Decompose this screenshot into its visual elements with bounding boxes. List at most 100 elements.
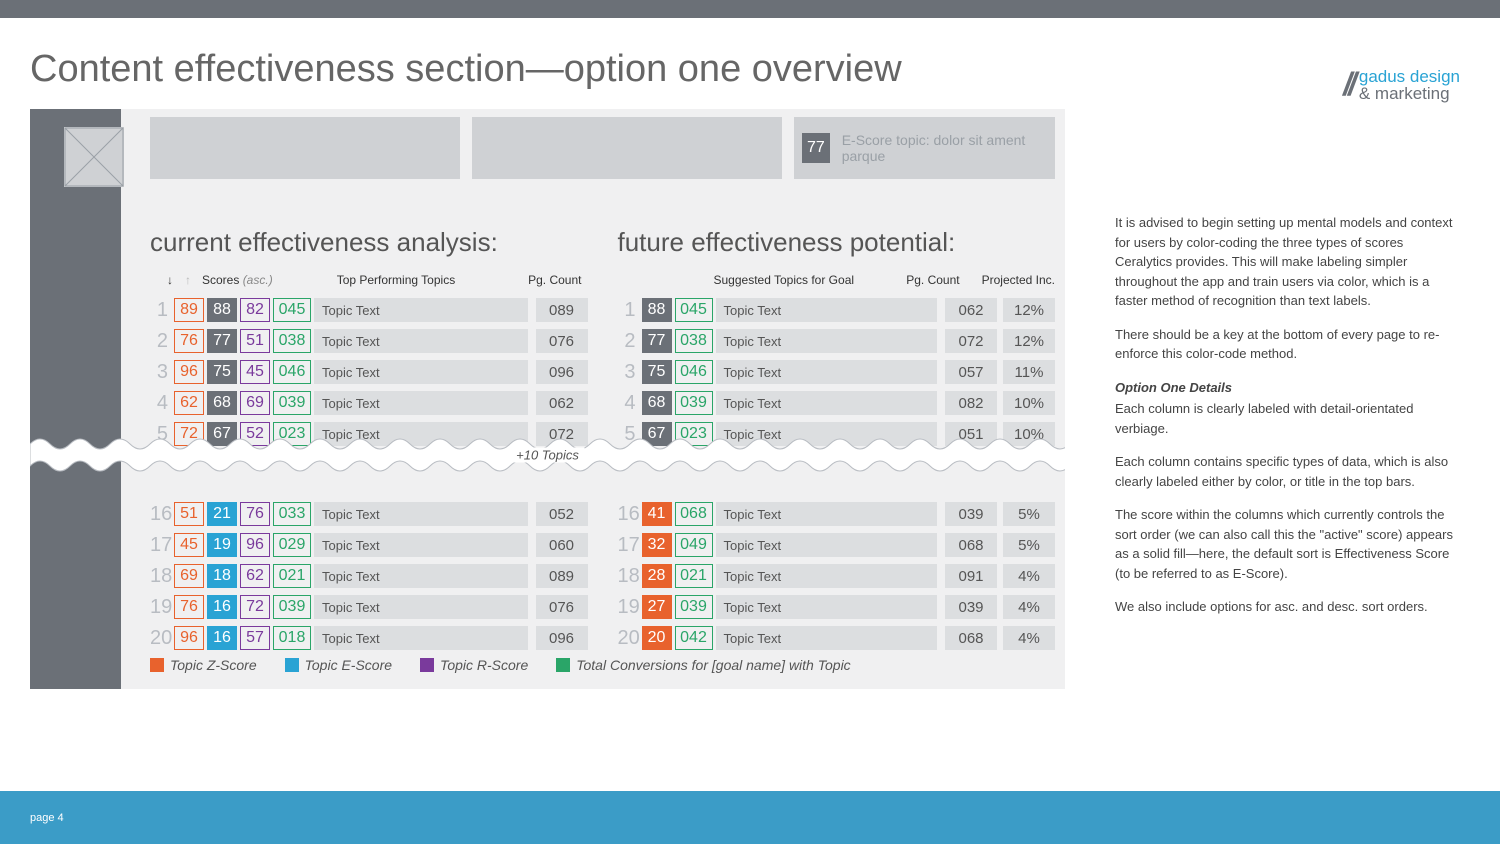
row-number: 16 bbox=[150, 503, 168, 526]
conv-score: 042 bbox=[675, 626, 713, 650]
copy-heading: Option One Details bbox=[1115, 378, 1460, 398]
r-score: 72 bbox=[240, 595, 270, 619]
scores-label: Scores (asc.) bbox=[202, 273, 273, 287]
projected-inc: 10% bbox=[1003, 422, 1055, 446]
projected-inc: 5% bbox=[1003, 502, 1055, 526]
e-score: 67 bbox=[207, 422, 237, 446]
conv-score: 068 bbox=[675, 502, 713, 526]
z-score: 96 bbox=[174, 626, 204, 650]
page-title: Content effectiveness section—option one… bbox=[30, 48, 1085, 91]
pg-count: 068 bbox=[945, 533, 997, 557]
z-score: 72 bbox=[174, 422, 204, 446]
row-number: 3 bbox=[150, 361, 168, 384]
r-score: 52 bbox=[240, 422, 270, 446]
topic-text: Topic Text bbox=[716, 564, 938, 588]
z-score: 89 bbox=[174, 298, 204, 322]
current-header: ↓ ↑ Scores (asc.) Top Performing Topics … bbox=[150, 268, 588, 292]
r-score: 76 bbox=[240, 502, 270, 526]
z-score: 51 bbox=[174, 502, 204, 526]
row-number: 5 bbox=[150, 423, 168, 446]
legend-r-box bbox=[420, 658, 434, 672]
table-row: 2 76 77 51 038 Topic Text 076 bbox=[150, 327, 588, 355]
projected-inc: 11% bbox=[1003, 360, 1055, 384]
mockup-frame: 77 E-Score topic: dolor sit ament parque… bbox=[30, 109, 1065, 689]
table-row: 3 96 75 45 046 Topic Text 096 bbox=[150, 358, 588, 386]
conv-score: 049 bbox=[675, 533, 713, 557]
sort-asc-icon[interactable]: ↑ bbox=[180, 272, 196, 288]
pg-count: 072 bbox=[536, 422, 588, 446]
pg-count: 076 bbox=[536, 329, 588, 353]
conv-score: 039 bbox=[675, 595, 713, 619]
pg-count: 062 bbox=[536, 391, 588, 415]
current-title: current effectiveness analysis: bbox=[150, 227, 588, 258]
e-score: 18 bbox=[207, 564, 237, 588]
escore-badge: 77 bbox=[802, 133, 830, 163]
row-number: 3 bbox=[618, 361, 636, 384]
topic-text: Topic Text bbox=[314, 595, 528, 619]
footer-page: page 4 bbox=[30, 812, 64, 824]
table-row: 20 20 042 Topic Text 068 4% bbox=[618, 624, 1056, 652]
pg-count: 072 bbox=[945, 329, 997, 353]
e-score: 77 bbox=[207, 329, 237, 353]
conv-score: 039 bbox=[675, 391, 713, 415]
row-number: 1 bbox=[150, 299, 168, 322]
pg-count: 082 bbox=[945, 391, 997, 415]
topic-text: Topic Text bbox=[716, 502, 938, 526]
row-number: 18 bbox=[618, 565, 636, 588]
e-score: 67 bbox=[642, 422, 672, 446]
topic-text: Topic Text bbox=[314, 533, 528, 557]
topic-text: Topic Text bbox=[716, 626, 938, 650]
topic-text: Topic Text bbox=[314, 422, 528, 446]
projected-inc: 10% bbox=[1003, 391, 1055, 415]
table-row: 16 41 068 Topic Text 039 5% bbox=[618, 500, 1056, 528]
conv-score: 045 bbox=[675, 298, 713, 322]
row-number: 4 bbox=[150, 392, 168, 415]
pg-count: 076 bbox=[536, 595, 588, 619]
topic-text: Topic Text bbox=[716, 533, 938, 557]
e-score: 21 bbox=[207, 502, 237, 526]
pg-count: 068 bbox=[945, 626, 997, 650]
conv-score: 038 bbox=[273, 329, 311, 353]
current-panel: current effectiveness analysis: ↓ ↑ Scor… bbox=[150, 227, 588, 652]
e-score: 20 bbox=[642, 626, 672, 650]
row-number: 16 bbox=[618, 503, 636, 526]
topic-text: Topic Text bbox=[716, 595, 938, 619]
topic-text: Topic Text bbox=[314, 502, 528, 526]
table-row: 2 77 038 Topic Text 072 12% bbox=[618, 327, 1056, 355]
pgc-label: Pg. Count bbox=[528, 273, 581, 287]
copy-p5: The score within the columns which curre… bbox=[1115, 505, 1460, 583]
r-score: 69 bbox=[240, 391, 270, 415]
copy-p2: There should be a key at the bottom of e… bbox=[1115, 325, 1460, 364]
e-score: 77 bbox=[642, 329, 672, 353]
projected-inc: 4% bbox=[1003, 626, 1055, 650]
copy-p6: We also include options for asc. and des… bbox=[1115, 597, 1460, 617]
conv-score: 021 bbox=[675, 564, 713, 588]
row-number: 4 bbox=[618, 392, 636, 415]
conv-score: 023 bbox=[675, 422, 713, 446]
future-pgc-label: Pg. Count bbox=[906, 273, 959, 287]
topic-text: Topic Text bbox=[314, 391, 528, 415]
row-number: 5 bbox=[618, 423, 636, 446]
pg-count: 039 bbox=[945, 595, 997, 619]
e-score: 88 bbox=[207, 298, 237, 322]
tpt-label: Top Performing Topics bbox=[337, 273, 456, 287]
topic-text: Topic Text bbox=[716, 298, 938, 322]
copy-p3: Each column is clearly labeled with deta… bbox=[1115, 399, 1460, 438]
pg-count: 096 bbox=[536, 626, 588, 650]
pg-count: 091 bbox=[945, 564, 997, 588]
legend-c-label: Total Conversions for [goal name] with T… bbox=[576, 657, 850, 673]
topic-text: Topic Text bbox=[716, 422, 938, 446]
placeholder-icon bbox=[64, 127, 124, 187]
row-number: 19 bbox=[150, 596, 168, 619]
e-score: 88 bbox=[642, 298, 672, 322]
copy-p4: Each column contains specific types of d… bbox=[1115, 452, 1460, 491]
sort-desc-icon[interactable]: ↓ bbox=[162, 272, 178, 288]
projected-inc: 5% bbox=[1003, 533, 1055, 557]
topic-text: Topic Text bbox=[314, 298, 528, 322]
logo-slash-icon: // bbox=[1343, 66, 1353, 103]
projected-inc: 12% bbox=[1003, 329, 1055, 353]
future-title: future effectiveness potential: bbox=[618, 227, 1056, 258]
row-number: 20 bbox=[618, 627, 636, 650]
table-row: 16 51 21 76 033 Topic Text 052 bbox=[150, 500, 588, 528]
conv-score: 023 bbox=[273, 422, 311, 446]
